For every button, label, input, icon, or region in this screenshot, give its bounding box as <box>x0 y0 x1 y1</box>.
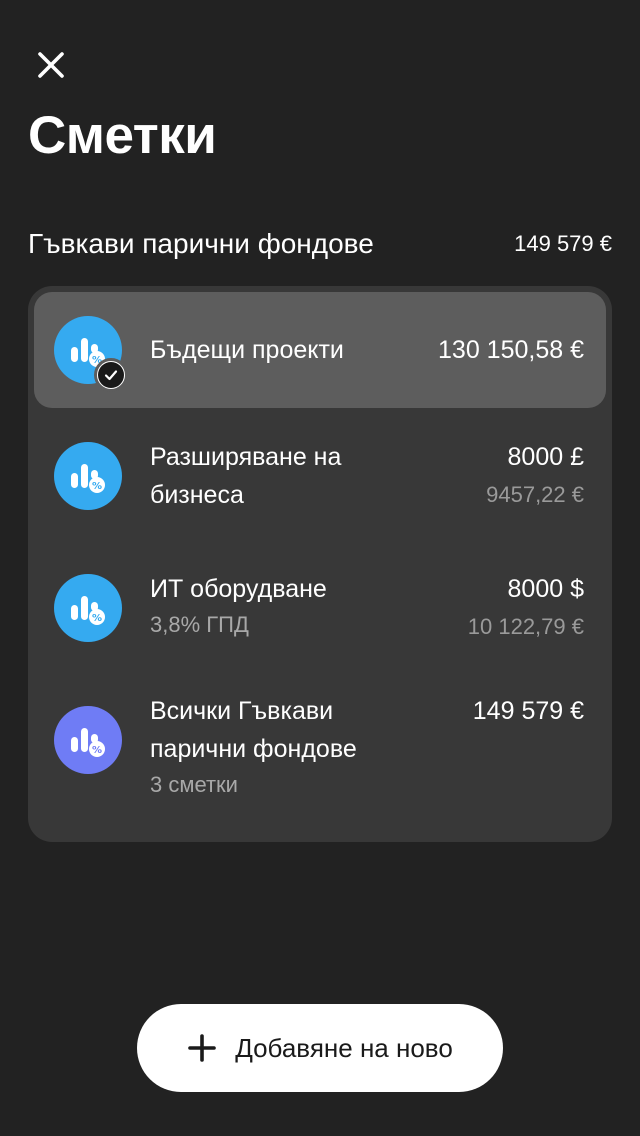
account-row-business-expansion[interactable]: % Разширяване на бизнеса 8000 £ 9457,22 … <box>34 412 606 540</box>
account-row-future-projects[interactable]: % Бъдещи проекти 130 150,58 € <box>34 292 606 408</box>
plus-icon <box>188 1034 216 1062</box>
check-icon <box>104 370 118 381</box>
section-header: Гъвкави парични фондове 149 579 € <box>28 226 612 262</box>
close-button[interactable] <box>30 44 72 86</box>
account-name: Разширяване на бизнеса <box>150 443 342 509</box>
savings-chart-percent-icon: % <box>71 464 105 493</box>
add-new-button[interactable]: Добавяне на ново <box>137 1004 503 1092</box>
svg-text:%: % <box>92 745 102 756</box>
account-subtitle: 3,8% ГПД <box>150 612 249 637</box>
svg-text:%: % <box>92 481 102 492</box>
accounts-list: % Бъдещи проекти 130 150,58 € % Разширяв… <box>28 286 612 842</box>
account-name: ИТ оборудване <box>150 575 327 603</box>
add-new-label: Добавяне на ново <box>235 1032 453 1063</box>
selected-check-badge <box>94 358 128 392</box>
account-row-it-equipment[interactable]: % ИТ оборудване 3,8% ГПД 8000 $ 10 122,7… <box>34 544 606 672</box>
account-avatar: % <box>54 574 122 642</box>
account-name: Всички Гъвкави парични фондове <box>150 697 357 763</box>
savings-chart-percent-icon: % <box>71 728 105 757</box>
section-total: 149 579 € <box>514 231 612 256</box>
account-amount: 8000 £ <box>507 443 584 471</box>
account-amount: 149 579 € <box>472 697 584 725</box>
account-subtitle: 3 сметки <box>150 772 238 797</box>
section-title: Гъвкави парични фондове <box>28 228 374 259</box>
account-amount: 130 150,58 € <box>438 336 584 364</box>
account-converted-amount: 9457,22 € <box>486 482 584 507</box>
account-row-all-flexible-funds[interactable]: % Всички Гъвкави парични фондове 3 сметк… <box>34 676 606 830</box>
page-title: Сметки <box>28 106 217 165</box>
svg-text:%: % <box>92 613 102 624</box>
close-icon <box>38 52 64 78</box>
savings-chart-percent-icon: % <box>71 596 105 625</box>
account-name: Бъдещи проекти <box>150 336 344 364</box>
account-amount: 8000 $ <box>507 575 584 603</box>
account-avatar: % <box>54 442 122 510</box>
account-converted-amount: 10 122,79 € <box>467 614 584 639</box>
account-avatar: % <box>54 706 122 774</box>
